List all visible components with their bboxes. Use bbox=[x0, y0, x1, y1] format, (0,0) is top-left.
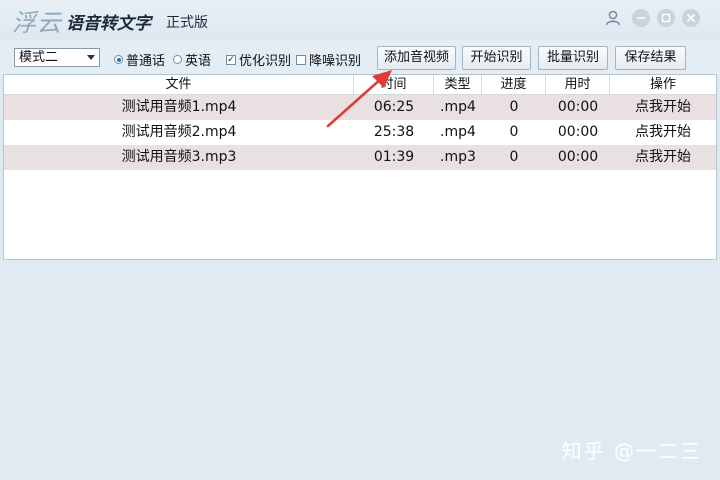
column-header-time[interactable]: 时间 bbox=[354, 75, 434, 94]
radio-english[interactable]: 英语 bbox=[173, 50, 211, 69]
edition-label: 正式版 bbox=[166, 15, 208, 31]
mode-select[interactable]: 模式二 bbox=[14, 48, 100, 67]
radio-on-icon bbox=[114, 55, 123, 64]
close-icon[interactable] bbox=[682, 9, 700, 27]
radio-english-label: 英语 bbox=[185, 54, 212, 69]
mode-select-value: 模式二 bbox=[19, 50, 59, 65]
checkbox-optimize-label: 优化识别 bbox=[239, 54, 292, 69]
user-icon[interactable] bbox=[604, 9, 622, 27]
chevron-down-icon bbox=[87, 55, 95, 60]
column-header-progress[interactable]: 进度 bbox=[482, 75, 546, 94]
cell-progress: 0 bbox=[509, 149, 519, 165]
table-row[interactable]: 测试用音频1.mp4 06:25 .mp4 0 00:00 点我开始 bbox=[4, 95, 716, 120]
cell-file: 测试用音频2.mp4 bbox=[121, 124, 237, 140]
cell-type: .mp4 bbox=[440, 99, 476, 115]
column-header-action[interactable]: 操作 bbox=[610, 75, 716, 94]
start-recognition-button[interactable]: 开始识别 bbox=[462, 46, 531, 70]
cell-time: 25:38 bbox=[373, 124, 415, 140]
checkbox-unchecked-icon bbox=[296, 54, 306, 65]
app-logo: 浮云 bbox=[12, 9, 62, 37]
cell-file: 测试用音频3.mp3 bbox=[121, 149, 237, 165]
file-table: 文件 时间 类型 进度 用时 操作 测试用音频1.mp4 06:25 .mp4 … bbox=[3, 74, 717, 260]
start-item-link[interactable]: 点我开始 bbox=[610, 120, 716, 145]
cell-time: 06:25 bbox=[373, 99, 415, 115]
cell-progress: 0 bbox=[509, 124, 519, 140]
log-panel: 知乎 @一二三 bbox=[0, 260, 720, 480]
table-header: 文件 时间 类型 进度 用时 操作 bbox=[4, 75, 716, 95]
radio-off-icon bbox=[173, 55, 182, 64]
checkbox-checked-icon: ✓ bbox=[226, 54, 236, 65]
save-results-button[interactable]: 保存结果 bbox=[615, 46, 686, 70]
table-row[interactable]: 测试用音频3.mp3 01:39 .mp3 0 00:00 点我开始 bbox=[4, 145, 716, 170]
checkbox-denoise[interactable]: 降噪识别 bbox=[296, 50, 361, 69]
cell-time: 01:39 bbox=[373, 149, 415, 165]
title-bar: 浮云 语音转文字 正式版 bbox=[0, 0, 720, 40]
app-title: 语音转文字 bbox=[66, 14, 151, 34]
cell-file: 测试用音频1.mp4 bbox=[121, 99, 237, 115]
toolbar: 模式二 普通话 英语 ✓ 优化识别 降噪识别 添加音视频 开始识别 批量识别 保… bbox=[0, 40, 720, 74]
checkbox-denoise-label: 降噪识别 bbox=[309, 54, 362, 69]
start-item-link[interactable]: 点我开始 bbox=[610, 145, 716, 170]
radio-mandarin[interactable]: 普通话 bbox=[114, 50, 165, 69]
table-row[interactable]: 测试用音频2.mp4 25:38 .mp4 0 00:00 点我开始 bbox=[4, 120, 716, 145]
start-item-link[interactable]: 点我开始 bbox=[610, 95, 716, 120]
checkbox-optimize[interactable]: ✓ 优化识别 bbox=[226, 50, 291, 69]
batch-recognition-button[interactable]: 批量识别 bbox=[538, 46, 608, 70]
watermark: 知乎 @一二三 bbox=[561, 439, 702, 463]
radio-mandarin-label: 普通话 bbox=[126, 54, 166, 69]
maximize-icon[interactable] bbox=[657, 9, 675, 27]
cell-progress: 0 bbox=[509, 99, 519, 115]
column-header-file[interactable]: 文件 bbox=[4, 75, 354, 94]
add-media-button[interactable]: 添加音视频 bbox=[377, 46, 456, 70]
cell-type: .mp3 bbox=[440, 149, 476, 165]
cell-elapsed: 00:00 bbox=[557, 149, 599, 165]
column-header-elapsed[interactable]: 用时 bbox=[546, 75, 610, 94]
minimize-icon[interactable] bbox=[632, 9, 650, 27]
cell-elapsed: 00:00 bbox=[557, 99, 599, 115]
cell-type: .mp4 bbox=[440, 124, 476, 140]
column-header-type[interactable]: 类型 bbox=[434, 75, 482, 94]
cell-elapsed: 00:00 bbox=[557, 124, 599, 140]
